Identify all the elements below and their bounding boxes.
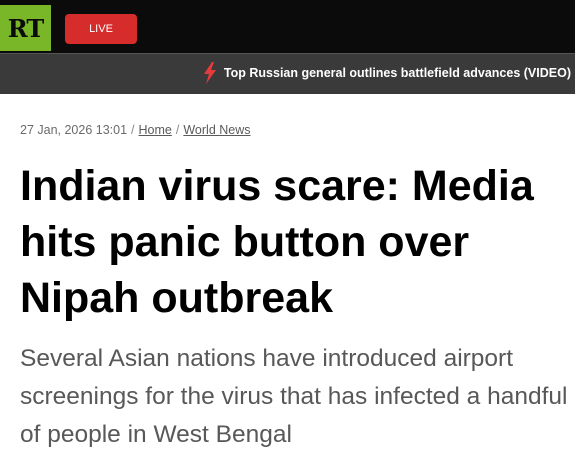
breadcrumb-separator: /: [131, 123, 135, 137]
breadcrumb-world-news-link[interactable]: World News: [183, 123, 250, 137]
news-ticker: Top Russian general outlines battlefield…: [0, 53, 575, 94]
breadcrumb-home-link[interactable]: Home: [139, 123, 172, 137]
article-summary: Several Asian nations have introduced ai…: [20, 345, 568, 448]
lightning-bolt-icon: [203, 62, 216, 84]
article-meta: 27 Jan, 2026 13:01/Home / World News: [20, 123, 251, 137]
live-button[interactable]: LIVE: [65, 14, 137, 44]
logo-text: RT: [7, 13, 44, 43]
ticker-headline-link[interactable]: Top Russian general outlines battlefield…: [224, 66, 571, 80]
rt-logo[interactable]: RT: [0, 5, 51, 51]
article-timestamp: 27 Jan, 2026 13:01: [20, 123, 128, 137]
ticker-item[interactable]: Top Russian general outlines battlefield…: [202, 54, 571, 92]
top-bar: RT LIVE: [0, 0, 575, 53]
article-headline: Indian virus scare: Media hits panic but…: [20, 162, 534, 322]
breadcrumb-separator: /: [175, 123, 180, 137]
